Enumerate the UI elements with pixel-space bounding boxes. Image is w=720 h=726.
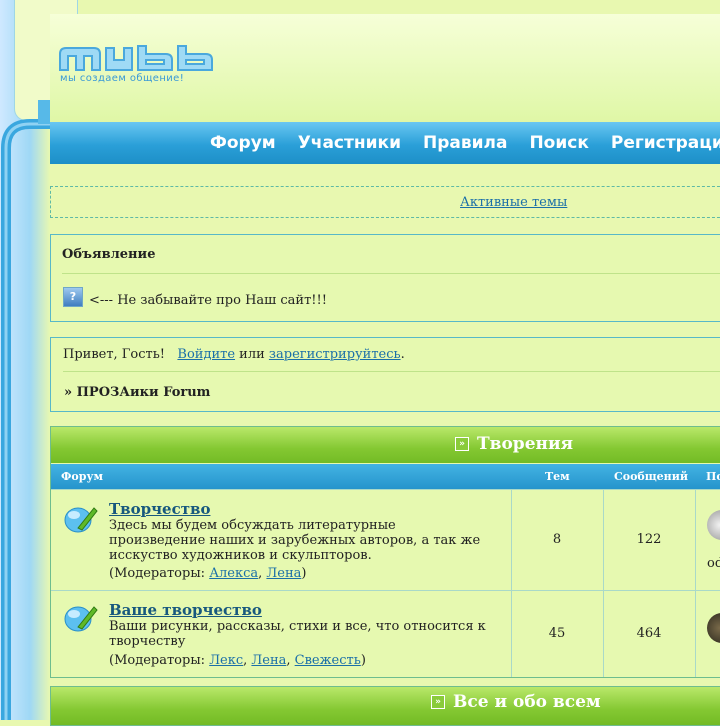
greeting-text: Привет, Гость! [63, 347, 166, 362]
or-text: или [239, 347, 265, 362]
moderators: (Модераторы: Алекса, Лена) [109, 566, 307, 581]
posts-count: 464 [636, 626, 662, 641]
welcome-panel: Привет, Гость! Войдите или зарегистрируй… [50, 337, 720, 412]
col-posts: Сообщений [614, 470, 689, 483]
col-last-post: По [706, 470, 720, 483]
nav-search[interactable]: Поиск [529, 133, 588, 153]
topics-count: 45 [548, 626, 566, 641]
moderator-link[interactable]: Лекс [209, 653, 243, 668]
site-tagline: мы создаем общение! [60, 73, 185, 84]
category-panel: » Творения Форум Тем Сообщений По Творче… [50, 426, 720, 678]
site-logo[interactable] [58, 44, 234, 74]
moderators-suffix: ) [301, 566, 307, 581]
pipe-decoration [1, 100, 50, 720]
nav-register[interactable]: Регистрация [611, 133, 720, 153]
main-nav: Форум Участники Правила Поиск Регистраци… [50, 122, 720, 164]
forum-icon [64, 507, 98, 533]
active-topics-link[interactable]: Активные темы [460, 195, 567, 210]
category-expand-icon[interactable]: » [431, 695, 445, 709]
announcement-title: Объявление [62, 247, 156, 262]
forum-title-link[interactable]: Творчество [109, 500, 210, 518]
forum-row: Ваше творчество Ваши рисунки, рассказы, … [51, 590, 720, 677]
forum-title-link[interactable]: Ваше творчество [109, 601, 262, 619]
category-header: » Все и обо всем [50, 686, 720, 726]
forum-description: Ваши рисунки, рассказы, стихи и все, что… [109, 619, 486, 649]
divider [62, 273, 720, 274]
moderator-link[interactable]: Алекса [209, 566, 258, 581]
nav-members[interactable]: Участники [298, 133, 401, 153]
divider [63, 371, 720, 372]
forum-icon [64, 606, 98, 632]
moderator-link[interactable]: Лена [251, 653, 286, 668]
login-link[interactable]: Войдите [177, 347, 235, 362]
nav-rules[interactable]: Правила [423, 133, 507, 153]
col-topics: Тем [545, 470, 570, 483]
breadcrumb[interactable]: » ПРОЗАики Forum [64, 385, 210, 400]
announcement-panel: Объявление ? <--- Не забывайте про Наш с… [50, 234, 720, 322]
register-link[interactable]: зарегистрируйтесь [269, 347, 401, 362]
category-expand-icon[interactable]: » [455, 437, 469, 451]
moderator-link[interactable]: Лена [266, 566, 301, 581]
avatar[interactable] [707, 510, 720, 540]
category-title: Все и обо всем [453, 692, 601, 712]
category-title: Творения [477, 434, 574, 454]
nav-forum[interactable]: Форум [210, 133, 276, 153]
col-forum: Форум [61, 470, 104, 483]
announcement-message: <--- Не забывайте про Наш сайт!!! [89, 293, 327, 308]
active-topics-bar: Активные темы [50, 186, 720, 218]
posts-count: 122 [636, 532, 662, 547]
column-headers: Форум Тем Сообщений По [51, 464, 720, 489]
question-icon[interactable]: ? [63, 287, 83, 307]
moderators-prefix: (Модераторы: [109, 566, 206, 581]
moderators-suffix: ) [360, 653, 366, 668]
moderators: (Модераторы: Лекс, Лена, Свежесть) [109, 653, 366, 668]
category-header: » Творения [51, 427, 720, 463]
period-text: . [400, 347, 405, 362]
welcome-line: Привет, Гость! Войдите или зарегистрируй… [63, 347, 405, 362]
moderators-prefix: (Модераторы: [109, 653, 206, 668]
forum-row: Творчество Здесь мы будем обсуждать лите… [51, 489, 720, 590]
topics-count: 8 [552, 532, 562, 547]
forum-description: Здесь мы будем обсуждать литературные пр… [109, 518, 481, 563]
avatar[interactable] [707, 613, 720, 643]
moderator-link[interactable]: Свежесть [295, 653, 361, 668]
last-post-author[interactable]: od [707, 556, 720, 571]
